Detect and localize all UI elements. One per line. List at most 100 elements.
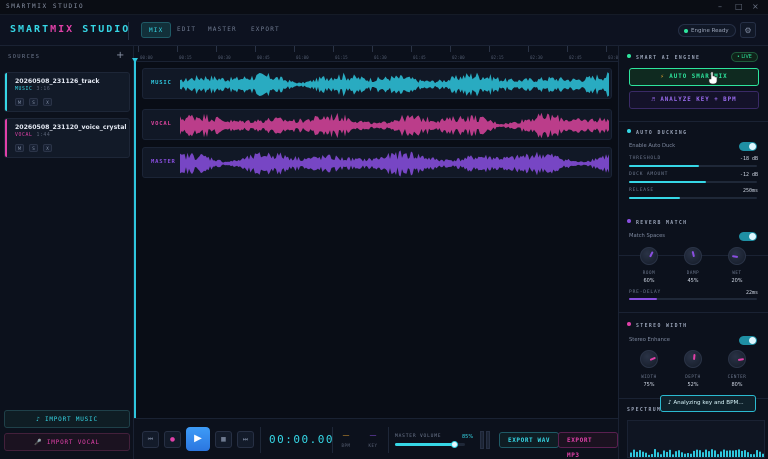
damp-knob[interactable] [684,247,702,265]
ruler-tick [606,46,607,52]
spectrum-bar [690,453,692,457]
tab-master[interactable]: MASTER [201,22,244,38]
source-color-bar [5,73,7,111]
key-value: — [369,431,377,439]
maximize-button[interactable]: □ [735,2,743,11]
pre-delay-slider[interactable] [629,298,757,300]
spectrum-bar [687,453,689,457]
skip-forward-button[interactable]: ⏭ [237,431,254,448]
threshold-label: THRESHOLD [629,156,662,161]
key-readout: — KEY [364,431,382,448]
toggle-knob [749,337,756,344]
ruler-tick-label: 02:00 [452,55,465,60]
time-ruler[interactable]: 00:00 00:15 00:30 00:45 01:00 01:15 01:30 01:45… [134,46,621,62]
export-wav-button[interactable]: EXPORT WAV [499,432,560,448]
track-music[interactable]: MUSIC [142,68,612,99]
remove-button[interactable]: X [43,144,52,152]
duck-amount-slider[interactable] [629,181,757,183]
spectrum-bar [738,449,740,457]
export-mp3-button[interactable]: EXPORT MP3 [558,432,618,459]
auto-duck-toggle[interactable] [739,142,757,151]
tab-mix[interactable]: MIX [141,22,172,38]
master-waveform [180,150,609,177]
playhead-handle[interactable] [132,58,138,63]
settings-button[interactable]: ⚙ [740,22,756,38]
width-knob[interactable] [640,350,658,368]
skip-back-icon: ⏮ [147,436,154,443]
source-meta: VOCAL 1:44 [15,133,51,138]
wet-knob[interactable] [728,247,746,265]
add-source-button[interactable]: + [116,50,124,61]
depth-knob[interactable] [684,350,702,368]
pre-delay-label: PRE-DELAY [629,290,662,295]
ruler-tick [411,46,412,52]
damp-value: 45% [687,278,699,284]
room-knob[interactable] [640,247,658,265]
play-button[interactable]: ▶ [186,427,210,451]
import-music-button[interactable]: ♪ IMPORT MUSIC [4,410,130,428]
minimize-button[interactable]: – [718,2,722,11]
ruler-tick-label: 00:15 [179,55,192,60]
vocal-waveform [180,112,609,139]
master-volume-slider[interactable] [395,440,465,448]
import-vocal-button[interactable]: 🎤 IMPORT VOCAL [4,433,130,451]
waveform-path [180,72,609,97]
skip-forward-icon: ⏭ [242,436,249,443]
track-vocal[interactable]: VOCAL [142,109,612,140]
solo-button[interactable]: S [29,144,38,152]
track-master[interactable]: MASTER [142,147,612,178]
music-note-icon: ♪ [36,416,45,423]
spectrum-bar [735,450,737,457]
sources-sidebar: SOURCES + 20260508_231126_track MUSIC 3:1… [0,46,134,459]
ruler-tick-label: 02:30 [530,55,543,60]
duck-amount-fill [629,181,706,183]
mute-button[interactable]: M [15,144,24,152]
timeline-area[interactable]: 00:00 00:15 00:30 00:45 01:00 01:15 01:30 01:45… [132,46,621,418]
analyze-key-bpm-button[interactable]: ♬ ANALYZE KEY + BPM [629,91,759,109]
ruler-tick [294,46,295,52]
threshold-value: -18 dB [739,156,758,162]
stop-button[interactable]: ■ [215,431,232,448]
record-button[interactable]: ● [164,431,181,448]
spectrum-bar [675,451,677,457]
ruler-tick [489,46,490,52]
source-item-music[interactable]: 20260508_231126_track MUSIC 3:16 M S X [4,72,130,112]
playhead[interactable] [132,58,138,418]
release-slider[interactable] [629,197,757,199]
spectrum-bar [705,449,707,457]
spectrum-bar [759,451,761,457]
stereo-width-title: STEREO WIDTH [627,322,687,329]
live-badge: • LIVE [731,52,758,62]
spectrum-bar [681,452,683,457]
master-volume-value: 85% [462,434,474,440]
tab-edit[interactable]: EDIT [170,22,203,38]
knob-indicator [649,356,656,361]
ruler-tick [255,46,256,52]
source-meta: MUSIC 3:16 [15,87,51,92]
toggle-knob [749,143,756,150]
center-knob[interactable] [728,350,746,368]
auto-smartmix-button[interactable]: ⚡ AUTO SMARTMIX [629,68,759,86]
close-button[interactable]: × [752,2,759,11]
threshold-slider[interactable] [629,165,757,167]
ruler-tick [450,46,451,52]
duck-amount-value: -12 dB [739,172,758,178]
ruler-tick-label: 00:45 [257,55,270,60]
spectrum-bar [762,453,764,457]
tab-export[interactable]: EXPORT [244,22,287,38]
remove-button[interactable]: X [43,98,52,106]
ruler-tick-label: 00:30 [218,55,231,60]
match-spaces-toggle[interactable] [739,232,757,241]
master-volume-handle[interactable] [451,440,458,448]
mute-button[interactable]: M [15,98,24,106]
ruler-tick-label: 02:45 [569,55,582,60]
spectrum-bar [741,450,743,457]
master-volume-label: MASTER VOLUME [395,434,442,439]
source-item-vocal[interactable]: 20260508_231120_voice_crystal VOCAL 1:44 … [4,118,130,158]
transport-bar: ⏮ ● ▶ ■ ⏭ 00:00.00 — BPM — KEY MASTER VO… [134,418,618,459]
stereo-enhance-toggle[interactable] [739,336,757,345]
spectrum-bar [645,452,647,457]
skip-back-button[interactable]: ⏮ [142,431,159,448]
ruler-tick-label: 01:45 [413,55,426,60]
solo-button[interactable]: S [29,98,38,106]
